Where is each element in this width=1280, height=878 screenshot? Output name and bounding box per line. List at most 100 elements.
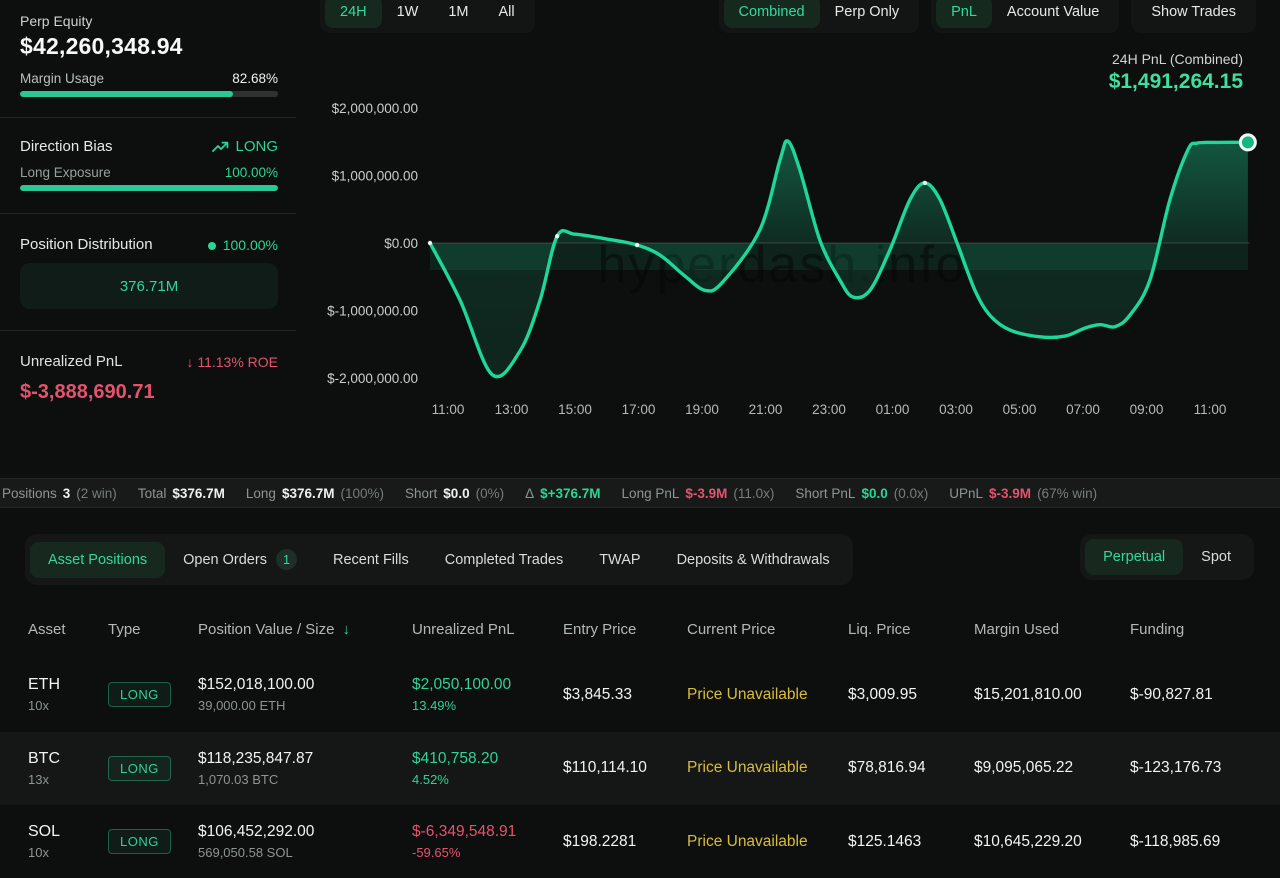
cell-type: LONG (108, 829, 198, 854)
column-label: Current Price (687, 621, 775, 638)
x-axis-tick: 01:00 (876, 402, 910, 417)
asset-leverage: 10x (28, 698, 108, 713)
account-sidebar: Perp Equity $42,260,348.94 Margin Usage … (0, 0, 296, 478)
summary-suffix: (0%) (476, 486, 505, 501)
cell-position-value: $106,452,292.00 569,050.58 SOL (198, 823, 412, 860)
summary-suffix: (2 win) (76, 486, 117, 501)
summary-: Δ $+376.7M (525, 486, 600, 501)
column-header-asset[interactable]: Asset (28, 621, 108, 638)
tab-asset-positions[interactable]: Asset Positions (30, 542, 165, 578)
x-axis-tick: 09:00 (1130, 402, 1164, 417)
cell-liq-price: $125.1463 (848, 833, 974, 851)
cell-position-value: $152,018,100.00 39,000.00 ETH (198, 676, 412, 713)
positions-summary-bar: Positions3(2 win)Total$376.7MLong$376.7M… (0, 478, 1280, 508)
lower-tabs: Asset Positions Open Orders1Recent FillsC… (25, 534, 853, 585)
column-header-unrealized-pnl[interactable]: Unrealized PnL (412, 621, 563, 638)
roe-down-arrow-icon: ↓ (186, 354, 193, 370)
cell-unrealized-pnl: $410,758.20 4.52% (412, 750, 563, 787)
cell-asset: ETH 10x (28, 676, 108, 713)
pnl-chart-panel: 24H1W1MAll CombinedPerp Only PnLAccount … (312, 0, 1280, 478)
summary-label: Δ (525, 486, 534, 501)
tab-label: Asset Positions (48, 552, 147, 568)
asset-symbol: SOL (28, 823, 108, 841)
position-distribution-pill[interactable]: 376.71M (20, 263, 278, 309)
position-value: $106,452,292.00 (198, 823, 412, 841)
hyperdash-trader-dashboard: Perp Equity $42,260,348.94 Margin Usage … (0, 0, 1280, 878)
tab-label: Open Orders (183, 552, 267, 568)
long-exposure-value: 100.00% (225, 165, 278, 180)
summary-suffix: (67% win) (1037, 486, 1097, 501)
direction-bias-value: LONG (235, 138, 278, 155)
tab-completed-trades[interactable]: Completed Trades (427, 542, 581, 578)
x-axis-tick: 17:00 (622, 402, 656, 417)
unrealized-pnl: $-6,349,548.91 (412, 823, 563, 841)
cell-funding: $-123,176.73 (1130, 759, 1280, 777)
market-spot[interactable]: Spot (1183, 539, 1249, 575)
cell-liq-price: $78,816.94 (848, 759, 974, 777)
x-axis-tick: 05:00 (1003, 402, 1037, 417)
column-label: Type (108, 621, 141, 638)
trend-up-icon (212, 140, 229, 153)
column-label: Position Value / Size (198, 621, 334, 638)
unrealized-pnl: $2,050,100.00 (412, 676, 563, 694)
unrealized-pnl-pct: 4.52% (412, 772, 563, 787)
unrealized-pnl: $410,758.20 (412, 750, 563, 768)
column-header-liq-price[interactable]: Liq. Price (848, 621, 974, 638)
roe-value: 11.13% ROE (197, 354, 278, 370)
position-row-btc[interactable]: BTC13xLONG$118,235,847.871,070.03 BTC$41… (0, 732, 1280, 806)
position-size: 39,000.00 ETH (198, 698, 412, 713)
long-exposure-bar (20, 185, 278, 191)
perp-equity-row: Perp Equity (20, 13, 278, 29)
summary-long-pnl: Long PnL$-3.9M(11.0x) (622, 486, 775, 501)
cell-asset: BTC13x (28, 750, 108, 787)
cell-asset: SOL 10x (28, 823, 108, 860)
column-header-type[interactable]: Type (108, 621, 198, 638)
data-point-marker (428, 241, 432, 245)
position-value: $152,018,100.00 (198, 676, 412, 694)
latest-value-marker (1240, 135, 1255, 150)
asset-symbol: ETH (28, 676, 108, 694)
position-size: 569,050.58 SOL (198, 845, 412, 860)
summary-total: Total$376.7M (138, 486, 225, 501)
column-header-position-value-size[interactable]: Position Value / Size↓ (198, 621, 412, 638)
market-perpetual[interactable]: Perpetual (1085, 539, 1183, 575)
unrealized-pnl-label: Unrealized PnL (20, 353, 123, 370)
pnl-area-chart[interactable]: hyperdash.info$2,000,000.00$1,000,000.00… (312, 0, 1280, 470)
tab-recent-fills[interactable]: Recent Fills (315, 542, 427, 578)
asset-leverage: 10x (28, 845, 108, 860)
summary-label: Long PnL (622, 486, 680, 501)
cell-type: LONG (108, 756, 198, 781)
x-axis-tick: 23:00 (812, 402, 846, 417)
tab-label: Deposits & Withdrawals (677, 552, 830, 568)
position-distribution-row: Position Distribution 100.00% (20, 236, 278, 253)
column-header-margin-used[interactable]: Margin Used (974, 621, 1130, 638)
column-label: Liq. Price (848, 621, 911, 638)
cell-current-price: Price Unavailable (687, 833, 848, 851)
y-axis-tick: $2,000,000.00 (332, 101, 418, 116)
column-header-entry-price[interactable]: Entry Price (563, 621, 687, 638)
tab-twap[interactable]: TWAP (581, 542, 658, 578)
section-tab-group: Asset Positions Open Orders1Recent FillsC… (25, 534, 853, 585)
position-row-eth[interactable]: ETH10xLONG$152,018,100.0039,000.00 ETH$2… (0, 658, 1280, 732)
column-header-current-price[interactable]: Current Price (687, 621, 848, 638)
cell-unrealized-pnl: $-6,349,548.91-59.65% (412, 823, 563, 860)
table-header-row: Asset Type Position Value / Size↓Unrealize… (0, 600, 1280, 658)
column-label: Funding (1130, 621, 1184, 638)
position-row-sol[interactable]: SOL10xLONG$106,452,292.00569,050.58 SOL$… (0, 805, 1280, 878)
margin-usage-label: Margin Usage (20, 71, 104, 86)
sidebar-divider (0, 117, 296, 118)
tab-deposits-withdrawals[interactable]: Deposits & Withdrawals (659, 542, 848, 578)
y-axis-tick: $0.00 (384, 236, 418, 251)
position-distribution-pct: 100.00% (223, 237, 278, 253)
data-point-marker (923, 181, 927, 185)
summary-value: $+376.7M (540, 486, 600, 501)
summary-label: UPnL (949, 486, 983, 501)
summary-suffix: (11.0x) (733, 486, 774, 501)
summary-short: Short$0.0(0%) (405, 486, 504, 501)
summary-value: $0.0 (443, 486, 469, 501)
column-label: Asset (28, 621, 66, 638)
x-axis-tick: 11:00 (1194, 402, 1227, 417)
column-header-funding[interactable]: Funding (1130, 621, 1280, 638)
tab-open-orders[interactable]: Open Orders1 (165, 539, 315, 580)
long-exposure-row: Long Exposure 100.00% (20, 165, 278, 180)
